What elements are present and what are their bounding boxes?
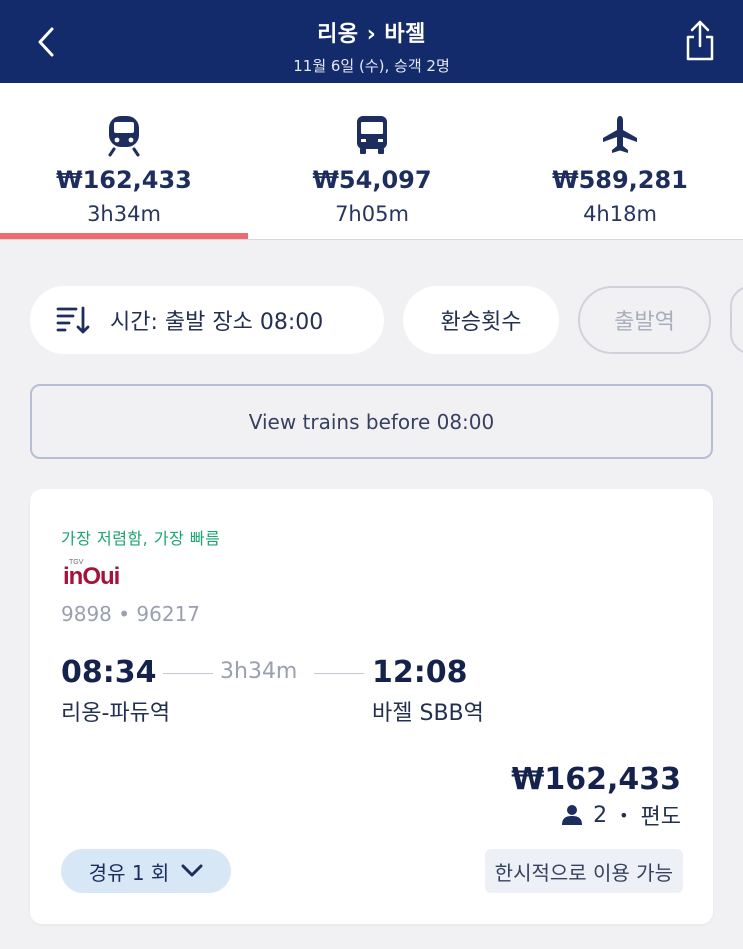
- origin-station-filter-chip[interactable]: 출발역: [578, 286, 711, 354]
- tab-bus[interactable]: ₩54,097 7h05m: [248, 83, 496, 240]
- selected-tab-indicator: [0, 233, 248, 239]
- arrival-time: 12:08: [372, 655, 468, 690]
- view-earlier-trains-button[interactable]: View trains before 08:00: [30, 384, 713, 459]
- availability-badge: 한시적으로 이용 가능: [484, 849, 683, 893]
- stops-label: 경유 1 회: [88, 860, 170, 885]
- bus-price: ₩54,097: [312, 166, 432, 194]
- journey-duration: 3h34m: [220, 659, 298, 684]
- arrival-station: 바젤 SBB역: [372, 701, 484, 726]
- train-icon: [108, 116, 140, 157]
- share-button[interactable]: [683, 18, 717, 64]
- stops-toggle-button[interactable]: 경유 1 회: [61, 849, 231, 893]
- tab-plane[interactable]: ₩589,281 4h18m: [496, 83, 743, 240]
- passenger-count: 2: [593, 802, 608, 828]
- share-icon: [686, 20, 714, 61]
- operator-logo: TGV inOui: [61, 559, 141, 591]
- sort-icon: [56, 306, 90, 334]
- sort-filter-label: 시간: 출발 장소 08:00: [110, 310, 324, 335]
- separator-dot: •: [619, 805, 629, 825]
- person-icon: [562, 805, 583, 825]
- trip-type: 편도: [640, 805, 681, 830]
- sort-filter-chip[interactable]: 시간: 출발 장소 08:00: [30, 286, 384, 354]
- passenger-info: 2 • 편도: [561, 799, 681, 831]
- plane-price: ₩589,281: [552, 166, 688, 194]
- timeline-divider: [314, 673, 364, 674]
- bus-icon: [357, 116, 387, 154]
- train-duration: 3h34m: [87, 202, 161, 226]
- journey-price: ₩162,433: [511, 762, 681, 797]
- train-price: ₩162,433: [56, 166, 192, 194]
- top-bar: 리옹 › 바젤 11월 6일 (수), 승객 2명: [0, 0, 743, 83]
- departure-station: 리옹-파듀역: [61, 701, 171, 726]
- train-numbers: 9898 • 96217: [61, 602, 201, 626]
- bus-duration: 7h05m: [335, 202, 409, 226]
- tab-train[interactable]: ₩162,433 3h34m: [0, 83, 248, 240]
- chevron-down-icon: [181, 864, 203, 877]
- plane-icon: [603, 116, 637, 153]
- operator-logo-text: inOui: [63, 563, 120, 590]
- transfers-filter-label: 환승횟수: [440, 310, 522, 335]
- more-filter-chip[interactable]: [730, 286, 743, 354]
- route-title: 리옹 › 바젤: [317, 22, 426, 47]
- transfers-filter-chip[interactable]: 환승횟수: [403, 286, 559, 354]
- departure-time: 08:34: [61, 655, 157, 690]
- route-subtitle: 11월 6일 (수), 승객 2명: [293, 57, 450, 75]
- plane-duration: 4h18m: [583, 202, 657, 226]
- journey-result-card[interactable]: 가장 저렴함, 가장 빠름 TGV inOui 9898 • 96217 08:…: [30, 489, 713, 924]
- timeline-divider: [163, 673, 213, 674]
- transport-mode-tabs: ₩162,433 3h34m ₩54,097 7h05m ₩589,281 4h…: [0, 83, 743, 240]
- origin-station-filter-label: 출발역: [614, 310, 675, 335]
- best-badge: 가장 저렴함, 가장 빠름: [61, 529, 221, 548]
